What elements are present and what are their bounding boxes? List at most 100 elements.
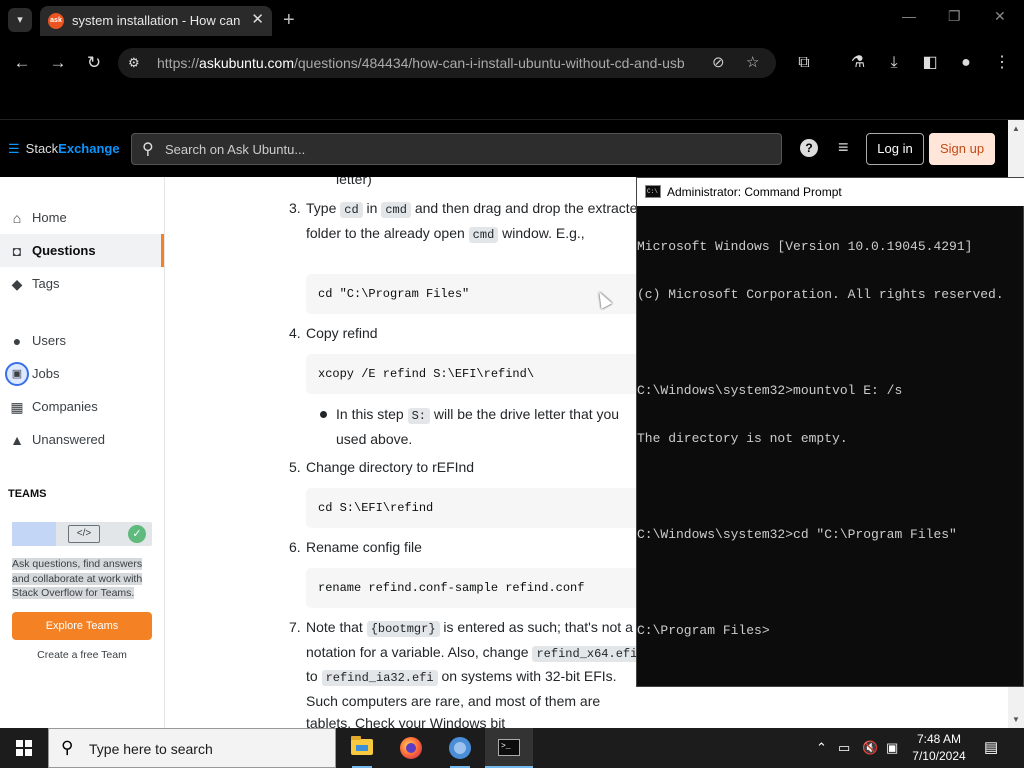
- step-3-text: Type cd in cmd and then drag and drop th…: [306, 200, 646, 243]
- console-line: C:\Program Files>: [637, 623, 770, 638]
- cmd-title: Administrator: Command Prompt: [667, 185, 842, 199]
- taskbar-search-placeholder: Type here to search: [89, 741, 213, 757]
- labs-flask-icon[interactable]: ⚗: [846, 51, 870, 75]
- sidebar-item-label: Unanswered: [32, 432, 105, 447]
- window-close-icon[interactable]: ✕: [994, 8, 1006, 25]
- file-explorer-taskbar-button[interactable]: [338, 728, 386, 768]
- sidebar-item-unanswered[interactable]: ▲ Unanswered: [0, 423, 164, 456]
- scroll-up-icon[interactable]: ▲: [1008, 124, 1024, 133]
- windows-logo-icon: [16, 740, 32, 756]
- console-line: The directory is not empty.: [637, 431, 848, 446]
- sidebar-item-label: Companies: [32, 399, 98, 414]
- profile-icon[interactable]: ●: [954, 51, 978, 75]
- new-tab-icon[interactable]: +: [283, 8, 295, 32]
- tab-search-menu-icon[interactable]: ▾: [8, 8, 32, 32]
- askubuntu-favicon-icon: ask: [48, 13, 64, 29]
- help-icon[interactable]: ?: [800, 139, 818, 157]
- bullet-text: In this step S: will be the drive letter…: [336, 406, 620, 447]
- sidebar-item-label: Home: [32, 210, 67, 225]
- scroll-down-icon[interactable]: ▼: [1008, 715, 1024, 724]
- sidebar-item-label: Tags: [32, 276, 60, 291]
- step-number: 5.: [289, 459, 301, 475]
- start-button[interactable]: [0, 728, 48, 768]
- teams-illustration: </> ✓: [12, 522, 152, 546]
- create-free-team-link[interactable]: Create a free Team: [0, 649, 164, 661]
- volume-muted-icon[interactable]: 🔇: [862, 740, 878, 756]
- firefox-taskbar-button[interactable]: [387, 728, 435, 768]
- teams-art-panel: [12, 522, 56, 546]
- code-block: xcopy /E refind S:\EFI\refind\: [306, 354, 646, 394]
- command-prompt-window[interactable]: C:\ Administrator: Command Prompt Micros…: [636, 177, 1024, 687]
- tag-icon: ◆: [11, 276, 23, 292]
- users-icon: ●: [12, 333, 22, 349]
- console-line: C:\Windows\system32>mountvol E: /s: [637, 383, 903, 398]
- site-switcher-icon[interactable]: ≡: [838, 137, 849, 158]
- cmd-window-icon: C:\: [645, 185, 661, 198]
- search-placeholder: Search on Ask Ubuntu...: [165, 142, 306, 157]
- extensions-icon[interactable]: ⧉: [792, 51, 816, 75]
- download-icon[interactable]: ⤓: [882, 51, 906, 75]
- close-tab-icon[interactable]: ✕: [251, 10, 264, 28]
- code-block: cd S:\EFI\refind: [306, 488, 646, 528]
- cmd-taskbar-button[interactable]: >_: [485, 728, 533, 768]
- step-number: 7.: [289, 619, 301, 635]
- eye-off-icon[interactable]: ⊘: [712, 53, 725, 71]
- step-4-text: Copy refind: [306, 325, 378, 341]
- code-block: rename refind.conf-sample refind.conf: [306, 568, 646, 608]
- bookmark-star-icon[interactable]: ☆: [746, 53, 759, 71]
- check-icon: ✓: [128, 525, 146, 543]
- minimize-icon[interactable]: —: [902, 8, 916, 24]
- signup-button[interactable]: Sign up: [929, 133, 995, 165]
- building-icon: ▦: [10, 399, 24, 415]
- code-icon: </>: [68, 525, 100, 543]
- taskbar-clock[interactable]: 7:48 AM 7/10/2024: [902, 731, 976, 765]
- taskbar-search-box[interactable]: ⚲ Type here to search: [48, 728, 336, 768]
- explore-teams-button[interactable]: Explore Teams: [12, 612, 152, 640]
- side-panel-icon[interactable]: ◧: [918, 51, 942, 75]
- restore-icon[interactable]: ❐: [948, 8, 961, 25]
- hamburger-icon[interactable]: ☰: [8, 141, 20, 156]
- sidebar-item-questions[interactable]: ◘ Questions: [0, 234, 164, 267]
- cmd-console-output[interactable]: Microsoft Windows [Version 10.0.19045.42…: [637, 207, 1023, 671]
- home-icon: ⌂: [12, 210, 22, 226]
- sidebar-item-users[interactable]: ● Users: [0, 324, 164, 357]
- reload-icon[interactable]: ↻: [82, 51, 106, 75]
- step-5-text: Change directory to rEFInd: [306, 459, 475, 475]
- screen: ▾ ask system installation - How can I ✕ …: [0, 0, 1024, 768]
- sidebar-item-jobs[interactable]: ▣ Jobs: [0, 357, 164, 390]
- show-hidden-icons-icon[interactable]: ⌃: [816, 740, 827, 756]
- browser-tab[interactable]: ask system installation - How can I ✕: [40, 6, 272, 36]
- console-line: (c) Microsoft Corporation. All rights re…: [637, 287, 1004, 302]
- sidebar-item-home[interactable]: ⌂ Home: [0, 201, 164, 234]
- network-icon[interactable]: ▭: [838, 740, 850, 756]
- clock-time: 7:48 AM: [916, 732, 962, 746]
- url-text: https://askubuntu.com/questions/484434/h…: [157, 55, 685, 71]
- cmd-titlebar[interactable]: C:\ Administrator: Command Prompt: [637, 178, 1024, 206]
- browser-menu-icon[interactable]: ⋮: [990, 51, 1014, 75]
- folder-icon: [351, 736, 373, 755]
- stackexchange-logo[interactable]: ☰ StackExchange: [8, 141, 120, 157]
- address-bar[interactable]: ⚙ https://askubuntu.com/questions/484434…: [118, 48, 776, 78]
- chrome-icon: [449, 737, 471, 759]
- clock-date: 7/10/2024: [912, 749, 966, 763]
- browser-toolbar: ← → ↻ ⚙ https://askubuntu.com/questions/…: [0, 42, 1024, 84]
- site-header: ☰ StackExchange ⚲ Search on Ask Ubuntu...…: [0, 120, 1008, 177]
- step-7-text: Note that {bootmgr} is entered as such; …: [306, 616, 646, 728]
- notifications-icon[interactable]: ▤: [984, 738, 998, 756]
- previous-item-tail: letter): [336, 177, 372, 187]
- site-info-icon[interactable]: ⚙: [128, 55, 140, 71]
- chrome-taskbar-button[interactable]: [436, 728, 484, 768]
- login-button[interactable]: Log in: [866, 133, 924, 165]
- sidebar-item-tags[interactable]: ◆ Tags: [0, 267, 164, 300]
- windows-taskbar: ⚲ Type here to search >_ ⌃ ▭ 🔇 ▣ 7:48 AM…: [0, 728, 1024, 768]
- display-icon[interactable]: ▣: [886, 740, 898, 756]
- forward-icon[interactable]: →: [46, 51, 70, 75]
- back-icon[interactable]: ←: [10, 51, 34, 75]
- sidebar-item-companies[interactable]: ▦ Companies: [0, 390, 164, 423]
- site-search-input[interactable]: ⚲ Search on Ask Ubuntu...: [131, 133, 782, 165]
- step-number: 6.: [289, 539, 301, 555]
- bookmarks-bar: [0, 84, 1024, 120]
